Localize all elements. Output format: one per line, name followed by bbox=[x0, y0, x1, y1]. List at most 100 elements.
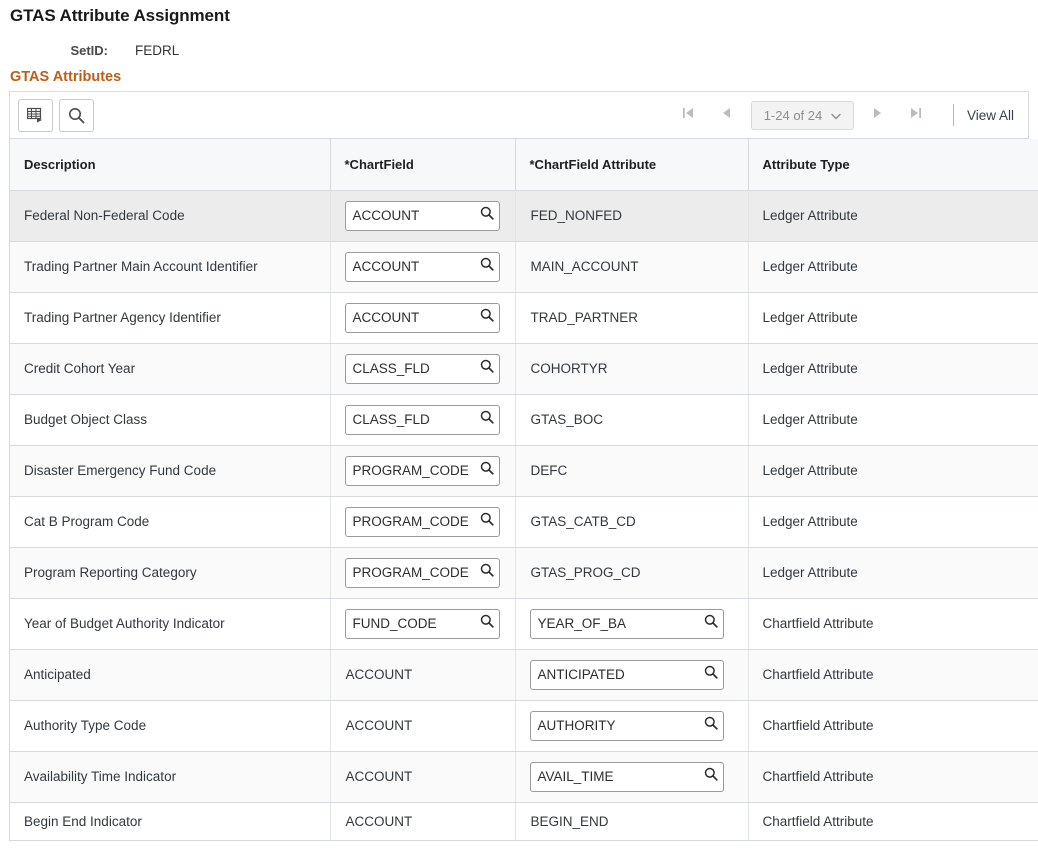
lookup-button[interactable] bbox=[699, 767, 723, 785]
chartfield-attribute-value: AVAIL_TIME bbox=[537, 768, 614, 784]
lookup-button[interactable] bbox=[699, 665, 723, 683]
chartfield-attribute-text: BEGIN_END bbox=[530, 813, 609, 829]
cell-description: Budget Object Class bbox=[10, 394, 331, 446]
row-description-text: Trading Partner Agency Identifier bbox=[24, 309, 221, 325]
cell-chartfield: ACCOUNT bbox=[330, 649, 516, 701]
column-header-chartfield: *ChartField bbox=[330, 139, 516, 191]
chartfield-attribute-value: AUTHORITY bbox=[537, 717, 616, 733]
first-page-button[interactable] bbox=[670, 100, 708, 130]
table-row: Federal Non-Federal Code ACCOUNT FED_NONFE… bbox=[10, 190, 1038, 242]
lookup-button[interactable] bbox=[699, 614, 723, 632]
previous-page-icon bbox=[721, 106, 732, 125]
lookup-button[interactable] bbox=[475, 359, 499, 377]
view-all-link[interactable]: View All bbox=[967, 108, 1016, 123]
chartfield-attribute-input[interactable]: ANTICIPATED bbox=[529, 659, 724, 690]
attribute-type-text: Chartfield Attribute bbox=[762, 717, 874, 733]
cell-chartfield: FUND_CODE bbox=[330, 598, 516, 650]
chartfield-input[interactable]: ACCOUNT bbox=[344, 200, 500, 231]
chartfield-attribute-value: YEAR_OF_BA bbox=[537, 615, 627, 631]
attribute-type-text: Chartfield Attribute bbox=[762, 615, 874, 631]
chartfield-attribute-value: ANTICIPATED bbox=[537, 666, 625, 682]
table-row: Begin End Indicator ACCOUNT BEGIN_END Chart… bbox=[10, 802, 1038, 841]
chartfield-attribute-text: MAIN_ACCOUNT bbox=[530, 258, 639, 274]
chartfield-attribute-text: COHORTYR bbox=[530, 360, 608, 376]
lookup-button[interactable] bbox=[699, 716, 723, 734]
cell-chartfield-attribute: BEGIN_END bbox=[515, 802, 749, 841]
cell-description: Trading Partner Main Account Identifier bbox=[10, 241, 331, 293]
lookup-button[interactable] bbox=[475, 410, 499, 428]
cell-chartfield: CLASS_FLD bbox=[330, 394, 516, 446]
lookup-button[interactable] bbox=[475, 308, 499, 326]
chartfield-input[interactable]: CLASS_FLD bbox=[344, 404, 500, 435]
cell-attribute-type: Ledger Attribute bbox=[748, 292, 1038, 344]
chartfield-input[interactable]: CLASS_FLD bbox=[344, 353, 500, 384]
row-description-text: Program Reporting Category bbox=[24, 564, 197, 580]
attribute-type-text: Ledger Attribute bbox=[762, 513, 858, 529]
cell-attribute-type: Ledger Attribute bbox=[748, 241, 1038, 293]
cell-attribute-type: Ledger Attribute bbox=[748, 394, 1038, 446]
chartfield-input[interactable]: ACCOUNT bbox=[344, 251, 500, 282]
chartfield-attribute-input[interactable]: AUTHORITY bbox=[529, 710, 724, 741]
chartfield-input[interactable]: PROGRAM_CODE bbox=[344, 455, 500, 486]
chartfield-attribute-text: TRAD_PARTNER bbox=[530, 309, 639, 325]
lookup-button[interactable] bbox=[475, 563, 499, 581]
lookup-button[interactable] bbox=[475, 614, 499, 632]
cell-chartfield-attribute: COHORTYR bbox=[515, 343, 749, 395]
chartfield-attribute-input[interactable]: AVAIL_TIME bbox=[529, 761, 724, 792]
cell-attribute-type: Chartfield Attribute bbox=[748, 700, 1038, 752]
first-page-icon bbox=[682, 106, 695, 125]
lookup-button[interactable] bbox=[475, 206, 499, 224]
setid-value: FEDRL bbox=[135, 43, 180, 58]
table-row: Credit Cohort Year CLASS_FLD COHORTYR Ledge… bbox=[10, 343, 1038, 395]
grid-header-row: Description *ChartField *ChartField Attr… bbox=[10, 139, 1038, 191]
find-button[interactable] bbox=[59, 98, 94, 132]
row-description-text: Authority Type Code bbox=[24, 717, 147, 733]
search-icon bbox=[704, 665, 718, 683]
chartfield-attribute-text: FED_NONFED bbox=[530, 207, 623, 223]
setid-field-row: SetID: FEDRL bbox=[0, 26, 1038, 58]
cell-description: Year of Budget Authority Indicator bbox=[10, 598, 331, 650]
table-row: Authority Type Code ACCOUNT AUTHORITY Chart… bbox=[10, 700, 1038, 752]
cell-attribute-type: Chartfield Attribute bbox=[748, 751, 1038, 803]
attribute-type-text: Chartfield Attribute bbox=[762, 666, 874, 682]
table-row: Anticipated ACCOUNT ANTICIPATED Chartfield … bbox=[10, 649, 1038, 701]
cell-attribute-type: Ledger Attribute bbox=[748, 343, 1038, 395]
attribute-type-text: Ledger Attribute bbox=[762, 207, 858, 223]
grid-pagination: 1-24 of 24 View All bbox=[670, 100, 1028, 130]
page-range-select[interactable]: 1-24 of 24 bbox=[750, 100, 854, 130]
lookup-button[interactable] bbox=[475, 461, 499, 479]
cell-attribute-type: Ledger Attribute bbox=[748, 190, 1038, 242]
chartfield-value: CLASS_FLD bbox=[352, 411, 430, 427]
last-page-icon bbox=[909, 106, 922, 125]
grid-toolbar: 1-24 of 24 View All bbox=[9, 91, 1029, 138]
chartfield-input[interactable]: PROGRAM_CODE bbox=[344, 506, 500, 537]
chartfield-input[interactable]: ACCOUNT bbox=[344, 302, 500, 333]
search-icon bbox=[480, 512, 494, 530]
lookup-button[interactable] bbox=[475, 512, 499, 530]
chartfield-value: PROGRAM_CODE bbox=[352, 564, 469, 580]
section-heading-gtas-attributes: GTAS Attributes bbox=[10, 69, 122, 85]
cell-chartfield: ACCOUNT bbox=[330, 751, 516, 803]
table-row: Cat B Program Code PROGRAM_CODE GTAS_CATB_… bbox=[10, 496, 1038, 548]
chartfield-input[interactable]: PROGRAM_CODE bbox=[344, 557, 500, 588]
search-icon bbox=[704, 614, 718, 632]
personalize-grid-button[interactable] bbox=[18, 98, 53, 132]
lookup-button[interactable] bbox=[475, 257, 499, 275]
cell-attribute-type: Chartfield Attribute bbox=[748, 802, 1038, 841]
chartfield-value: ACCOUNT bbox=[352, 309, 420, 325]
cell-chartfield: CLASS_FLD bbox=[330, 343, 516, 395]
cell-description: Cat B Program Code bbox=[10, 496, 331, 548]
attribute-type-text: Ledger Attribute bbox=[762, 360, 858, 376]
chartfield-text: ACCOUNT bbox=[345, 813, 413, 829]
chartfield-value: ACCOUNT bbox=[352, 258, 420, 274]
chartfield-attribute-input[interactable]: YEAR_OF_BA bbox=[529, 608, 724, 639]
chartfield-input[interactable]: FUND_CODE bbox=[344, 608, 500, 639]
previous-page-button[interactable] bbox=[708, 100, 746, 130]
chartfield-value: PROGRAM_CODE bbox=[352, 513, 469, 529]
next-page-button[interactable] bbox=[859, 100, 897, 130]
cell-description: Federal Non-Federal Code bbox=[10, 190, 331, 242]
last-page-button[interactable] bbox=[897, 100, 935, 130]
search-icon bbox=[68, 107, 85, 124]
cell-description: Anticipated bbox=[10, 649, 331, 701]
cell-chartfield: ACCOUNT bbox=[330, 700, 516, 752]
